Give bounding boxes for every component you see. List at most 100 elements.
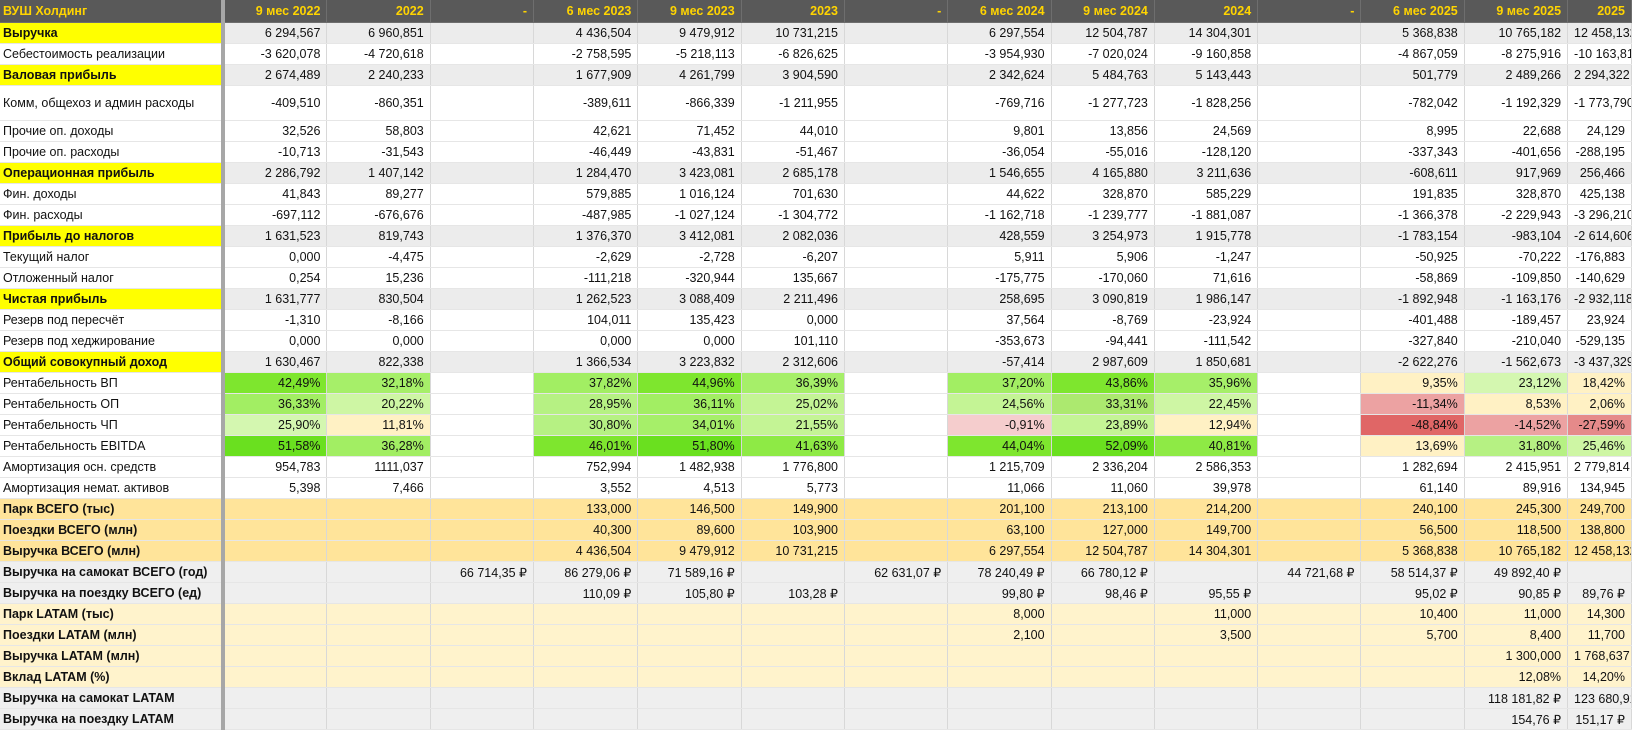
table-cell[interactable] [844, 477, 949, 499]
table-cell[interactable]: 44,96% [637, 372, 742, 394]
table-cell[interactable]: 18,42% [1567, 372, 1632, 394]
table-cell[interactable]: 89,600 [637, 519, 742, 541]
table-cell[interactable]: -176,883 [1567, 246, 1632, 268]
table-cell[interactable]: 6 960,851 [326, 22, 431, 44]
table-cell[interactable]: -57,414 [947, 351, 1052, 373]
table-cell[interactable]: 25,90% [222, 414, 328, 436]
table-cell[interactable]: 10 731,215 [741, 540, 845, 562]
table-cell[interactable] [741, 666, 845, 688]
table-cell[interactable]: 25,02% [741, 393, 845, 415]
table-cell[interactable]: 1 284,470 [533, 162, 639, 184]
table-cell[interactable]: 32,18% [326, 372, 431, 394]
table-cell[interactable]: -5 218,113 [637, 43, 742, 65]
table-cell[interactable]: 61,140 [1360, 477, 1465, 499]
table-cell[interactable] [430, 687, 535, 709]
header-cell[interactable]: - [430, 0, 535, 23]
table-cell[interactable]: 1 630,467 [222, 351, 328, 373]
table-cell[interactable]: 0,000 [533, 330, 639, 352]
table-cell[interactable]: 0,254 [222, 267, 328, 289]
table-cell[interactable]: 3 904,590 [741, 64, 845, 86]
row-label[interactable]: Чистая прибыль [0, 288, 225, 310]
table-cell[interactable]: 3 223,832 [637, 351, 742, 373]
table-cell[interactable] [844, 393, 949, 415]
table-cell[interactable]: 151,17 ₽ [1567, 708, 1632, 730]
table-cell[interactable] [1257, 225, 1362, 247]
table-cell[interactable]: 24,569 [1154, 120, 1259, 142]
table-cell[interactable] [222, 687, 328, 709]
table-cell[interactable] [1567, 561, 1632, 583]
table-cell[interactable] [533, 666, 639, 688]
table-cell[interactable]: -1 192,329 [1464, 85, 1569, 121]
table-cell[interactable]: 2 211,496 [741, 288, 845, 310]
table-cell[interactable] [741, 708, 845, 730]
table-cell[interactable]: 8,000 [947, 603, 1052, 625]
table-cell[interactable] [222, 498, 328, 520]
table-cell[interactable]: -175,775 [947, 267, 1052, 289]
table-cell[interactable]: 249,700 [1567, 498, 1632, 520]
table-cell[interactable]: -860,351 [326, 85, 431, 121]
table-cell[interactable]: 22,688 [1464, 120, 1569, 142]
table-cell[interactable]: 5 368,838 [1360, 22, 1465, 44]
table-cell[interactable] [1257, 309, 1362, 331]
table-cell[interactable] [844, 645, 949, 667]
table-cell[interactable]: 5 484,763 [1051, 64, 1155, 86]
table-cell[interactable] [1257, 687, 1362, 709]
row-label[interactable]: Рентабельность ОП [0, 393, 225, 415]
row-label[interactable]: Рентабельность ЧП [0, 414, 225, 436]
table-cell[interactable]: 49 892,40 ₽ [1464, 561, 1569, 583]
table-cell[interactable] [947, 666, 1052, 688]
table-cell[interactable] [1154, 666, 1259, 688]
table-cell[interactable]: 501,779 [1360, 64, 1465, 86]
table-cell[interactable]: 5,398 [222, 477, 328, 499]
table-cell[interactable] [844, 162, 949, 184]
table-cell[interactable] [533, 687, 639, 709]
table-cell[interactable]: -109,850 [1464, 267, 1569, 289]
table-cell[interactable]: 56,500 [1360, 519, 1465, 541]
table-cell[interactable]: 44,010 [741, 120, 845, 142]
table-cell[interactable] [326, 519, 431, 541]
table-cell[interactable]: 3 088,409 [637, 288, 742, 310]
table-cell[interactable] [1154, 708, 1259, 730]
table-cell[interactable]: -9 160,858 [1154, 43, 1259, 65]
row-label[interactable]: Парк LATAM (тыс) [0, 603, 225, 625]
table-cell[interactable] [844, 624, 949, 646]
table-cell[interactable] [844, 120, 949, 142]
table-cell[interactable]: -94,441 [1051, 330, 1155, 352]
table-cell[interactable]: -3 954,930 [947, 43, 1052, 65]
table-cell[interactable]: 9 479,912 [637, 540, 742, 562]
table-cell[interactable]: 3 090,819 [1051, 288, 1155, 310]
table-cell[interactable]: 14 304,301 [1154, 540, 1259, 562]
table-cell[interactable]: 201,100 [947, 498, 1052, 520]
table-cell[interactable]: 46,01% [533, 435, 639, 457]
table-cell[interactable]: 37,564 [947, 309, 1052, 331]
table-cell[interactable] [430, 603, 535, 625]
table-cell[interactable]: 37,20% [947, 372, 1052, 394]
table-cell[interactable] [1257, 22, 1362, 44]
table-cell[interactable] [844, 288, 949, 310]
table-cell[interactable]: 1 768,637 [1567, 645, 1632, 667]
table-cell[interactable]: -4 867,059 [1360, 43, 1465, 65]
table-cell[interactable]: 51,58% [222, 435, 328, 457]
table-cell[interactable]: 1 546,655 [947, 162, 1052, 184]
table-cell[interactable]: 1 677,909 [533, 64, 639, 86]
table-cell[interactable] [1360, 666, 1465, 688]
table-cell[interactable]: -676,676 [326, 204, 431, 226]
table-cell[interactable] [430, 435, 535, 457]
table-cell[interactable]: -55,016 [1051, 141, 1155, 163]
table-cell[interactable] [533, 645, 639, 667]
table-cell[interactable] [844, 22, 949, 44]
table-cell[interactable]: -8,166 [326, 309, 431, 331]
table-cell[interactable]: 2 294,322 [1567, 64, 1632, 86]
table-cell[interactable]: 78 240,49 ₽ [947, 561, 1052, 583]
table-cell[interactable]: 2,06% [1567, 393, 1632, 415]
table-cell[interactable] [1257, 708, 1362, 730]
table-cell[interactable] [1257, 645, 1362, 667]
table-cell[interactable] [430, 120, 535, 142]
table-cell[interactable]: -353,673 [947, 330, 1052, 352]
table-cell[interactable]: 2 286,792 [222, 162, 328, 184]
table-cell[interactable]: 9 479,912 [637, 22, 742, 44]
row-label[interactable]: Выручка на самокат LATAM [0, 687, 225, 709]
table-cell[interactable]: 1 986,147 [1154, 288, 1259, 310]
table-cell[interactable]: 30,80% [533, 414, 639, 436]
table-cell[interactable] [844, 141, 949, 163]
